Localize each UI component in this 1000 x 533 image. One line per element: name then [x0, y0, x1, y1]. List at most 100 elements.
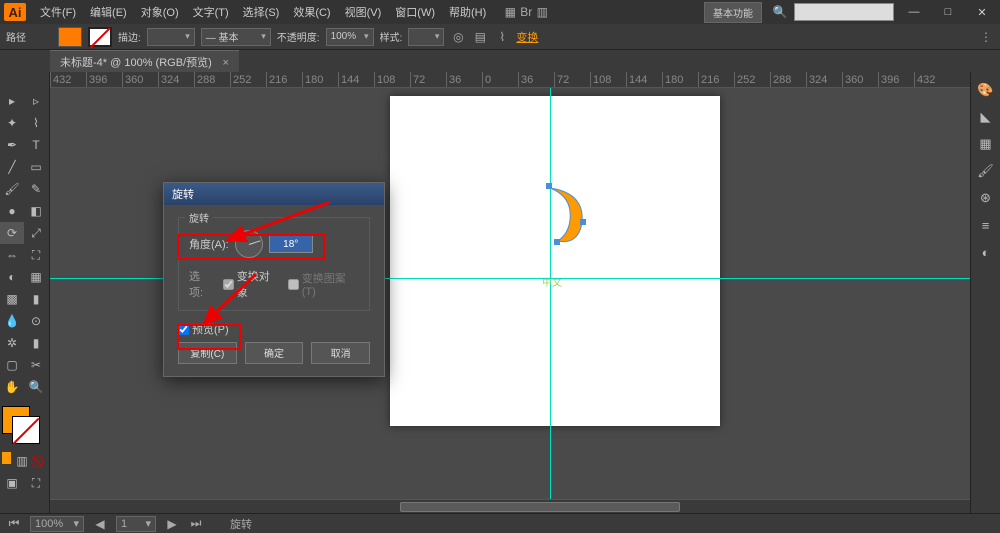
rect-tool[interactable]: ▭: [24, 156, 48, 178]
menu-view[interactable]: 视图(V): [339, 1, 388, 23]
panel-dock: 🎨 ◣ ▦ 🖌 ⊛ ≡ ◐: [970, 72, 1000, 513]
annotation-copy-box: [177, 324, 241, 350]
line-tool[interactable]: ╱: [0, 156, 24, 178]
brushes-panel-icon[interactable]: 🖌: [973, 158, 999, 184]
magic-wand-tool[interactable]: ✦: [0, 112, 24, 134]
close-tab-icon[interactable]: ×: [223, 57, 229, 69]
warp-icon[interactable]: ⌇: [494, 29, 510, 45]
menu-help[interactable]: 帮助(H): [443, 1, 492, 23]
gradient-mode-icon[interactable]: ▥: [13, 450, 31, 472]
color-panel-icon[interactable]: 🎨: [973, 77, 999, 103]
close-button[interactable]: ✕: [968, 2, 996, 22]
menu-file[interactable]: 文件(F): [34, 1, 82, 23]
cancel-button[interactable]: 取消: [311, 342, 370, 364]
annotation-angle-box: [177, 234, 325, 260]
maximize-button[interactable]: □: [934, 2, 962, 22]
app-logo-icon: Ai: [4, 3, 26, 21]
none-mode-icon[interactable]: ⃠: [31, 450, 49, 472]
target-icon[interactable]: ◎: [450, 29, 466, 45]
menu-effect[interactable]: 效果(C): [287, 1, 336, 23]
workspace-preset[interactable]: 基本功能: [704, 2, 762, 23]
mesh-tool[interactable]: ▩: [0, 288, 24, 310]
lasso-tool[interactable]: ⌇: [24, 112, 48, 134]
document-tabbar: 未标题-4* @ 100% (RGB/预览) ×: [0, 50, 1000, 72]
color-guide-panel-icon[interactable]: ◣: [973, 104, 999, 130]
free-transform-tool[interactable]: ⛶: [24, 244, 48, 266]
layout-icon[interactable]: ▦: [502, 4, 518, 20]
fill-swatch[interactable]: [58, 27, 82, 47]
guide-vertical[interactable]: [550, 88, 551, 513]
scrollbar-thumb[interactable]: [400, 502, 680, 512]
stroke-style-combo[interactable]: — 基本: [201, 28, 271, 46]
color-mode-icon[interactable]: [2, 452, 11, 464]
align-icon[interactable]: ▤: [472, 29, 488, 45]
change-screen-icon[interactable]: ⛶: [24, 472, 48, 494]
menu-window[interactable]: 窗口(W): [389, 1, 441, 23]
dialog-titlebar[interactable]: 旋转: [164, 183, 384, 205]
symbols-panel-icon[interactable]: ⊛: [973, 185, 999, 211]
opacity-combo[interactable]: 100%: [326, 28, 374, 46]
zoom-tool[interactable]: 🔍: [24, 376, 48, 398]
eyedropper-tool[interactable]: 💧: [0, 310, 24, 332]
style-label: 样式:: [380, 29, 403, 44]
minimize-button[interactable]: —: [900, 2, 928, 22]
transform-pattern-checkbox: 变换图案 (T): [288, 268, 359, 300]
menu-edit[interactable]: 编辑(E): [84, 1, 133, 23]
zoom-combo[interactable]: 100%▾: [30, 516, 84, 532]
current-tool-label: 旋转: [230, 516, 252, 532]
tools-panel: ▸▹ ✦⌇ ✒T ╱▭ 🖌✎ ●◧ ⟳⤢ ⇔⛶ ◐▦ ▩▮ 💧⊙ ✲▮ ▢✂ ✋…: [0, 72, 50, 513]
graphic-style-combo[interactable]: [408, 28, 444, 46]
blend-tool[interactable]: ⊙: [24, 310, 48, 332]
menu-type[interactable]: 文字(T): [187, 1, 235, 23]
artboard: [390, 96, 720, 426]
graph-tool[interactable]: ▮: [24, 332, 48, 354]
artboard-tool[interactable]: ▢: [0, 354, 24, 376]
slice-tool[interactable]: ✂: [24, 354, 48, 376]
menu-select[interactable]: 选择(S): [237, 1, 286, 23]
bridge-icon[interactable]: Br: [518, 4, 534, 20]
stroke-weight-combo[interactable]: [147, 28, 195, 46]
more-icon[interactable]: ⋮: [978, 29, 994, 45]
stroke-swatch[interactable]: [88, 27, 112, 47]
stroke-color-swatch[interactable]: [12, 416, 40, 444]
shape-builder-tool[interactable]: ◐: [0, 266, 24, 288]
document-tab-label: 未标题-4* @ 100% (RGB/预览): [60, 57, 212, 69]
opacity-label: 不透明度:: [277, 29, 320, 44]
transform-object-checkbox[interactable]: 变换对象: [223, 268, 278, 300]
symbol-tool[interactable]: ✲: [0, 332, 24, 354]
horizontal-scrollbar[interactable]: [50, 499, 970, 513]
scale-tool[interactable]: ⤢: [24, 222, 48, 244]
menu-bar: 文件(F) 编辑(E) 对象(O) 文字(T) 选择(S) 效果(C) 视图(V…: [34, 1, 492, 23]
eraser-tool[interactable]: ◧: [24, 200, 48, 222]
hand-tool[interactable]: ✋: [0, 376, 24, 398]
page-combo[interactable]: 1▾: [116, 516, 156, 532]
stroke-panel-icon[interactable]: ≡: [973, 212, 999, 238]
pencil-tool[interactable]: ✎: [24, 178, 48, 200]
direct-select-tool[interactable]: ▹: [24, 90, 48, 112]
selection-type-label: 路径: [6, 29, 26, 44]
more-panel-icon[interactable]: ◐: [973, 239, 999, 265]
petal-shape[interactable]: [540, 183, 590, 253]
blob-tool[interactable]: ●: [0, 200, 24, 222]
swatches-panel-icon[interactable]: ▦: [973, 131, 999, 157]
type-tool[interactable]: T: [24, 134, 48, 156]
brush-tool[interactable]: 🖌: [0, 178, 24, 200]
status-bar: ⏮ 100%▾ ◀ 1▾ ▶ ⏭ 旋转: [0, 513, 1000, 533]
next-page-icon[interactable]: ▶: [164, 516, 180, 532]
width-tool[interactable]: ⇔: [0, 244, 24, 266]
arrange-icon[interactable]: ▥: [534, 4, 550, 20]
screen-mode-icon[interactable]: ▣: [0, 472, 24, 494]
prev-page-icon[interactable]: ◀: [92, 516, 108, 532]
document-tab[interactable]: 未标题-4* @ 100% (RGB/预览) ×: [50, 50, 239, 73]
selection-tool[interactable]: ▸: [0, 90, 24, 112]
last-page-icon[interactable]: ⏭: [188, 516, 204, 532]
search-input[interactable]: [794, 3, 894, 21]
first-page-icon[interactable]: ⏮: [6, 516, 22, 532]
ok-button[interactable]: 确定: [245, 342, 304, 364]
perspective-tool[interactable]: ▦: [24, 266, 48, 288]
rotate-tool[interactable]: ⟳: [0, 222, 24, 244]
pen-tool[interactable]: ✒: [0, 134, 24, 156]
transform-link[interactable]: 变换: [516, 29, 538, 45]
menu-object[interactable]: 对象(O): [135, 1, 185, 23]
gradient-tool[interactable]: ▮: [24, 288, 48, 310]
